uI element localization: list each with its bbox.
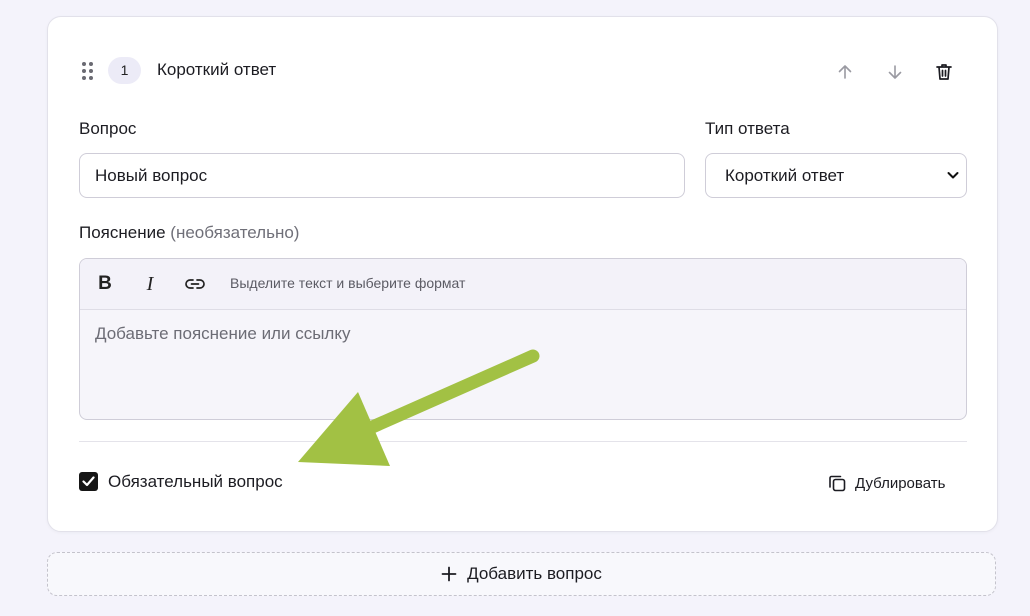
trash-icon bbox=[936, 64, 952, 80]
answer-type-value: Короткий ответ bbox=[725, 166, 845, 185]
required-checkbox[interactable] bbox=[79, 472, 98, 491]
move-up-button[interactable] bbox=[830, 57, 860, 87]
chevron-down-icon bbox=[947, 172, 959, 179]
delete-question-button[interactable] bbox=[929, 57, 959, 87]
answer-type-select[interactable]: Короткий ответ bbox=[705, 153, 967, 198]
question-label: Вопрос bbox=[79, 119, 137, 138]
add-question-button[interactable]: Добавить вопрос bbox=[47, 552, 996, 596]
move-down-button[interactable] bbox=[880, 57, 910, 87]
copy-icon bbox=[829, 475, 846, 492]
editor-toolbar: B I Выделите текст и выберите формат bbox=[80, 259, 966, 310]
plus-icon bbox=[441, 566, 457, 582]
explanation-editor: B I Выделите текст и выберите формат Доб… bbox=[79, 258, 967, 420]
drag-handle-icon[interactable] bbox=[82, 62, 94, 80]
answer-type-label: Тип ответа bbox=[705, 119, 790, 138]
duplicate-label: Дублировать bbox=[855, 474, 946, 492]
question-input[interactable]: Новый вопрос bbox=[79, 153, 685, 198]
explanation-label-text: Пояснение bbox=[79, 223, 166, 242]
checkmark-icon bbox=[82, 476, 95, 487]
explanation-textarea[interactable]: Добавьте пояснение или ссылку bbox=[95, 324, 350, 344]
question-card: 1 Короткий ответ Вопрос Тип ответа Новый… bbox=[47, 16, 998, 532]
toolbar-hint: Выделите текст и выберите формат bbox=[230, 275, 466, 291]
italic-button[interactable]: I bbox=[138, 272, 162, 296]
required-label[interactable]: Обязательный вопрос bbox=[108, 472, 283, 492]
add-question-label: Добавить вопрос bbox=[467, 564, 602, 583]
bold-button[interactable]: B bbox=[93, 272, 117, 296]
question-number-badge: 1 bbox=[108, 57, 141, 84]
arrow-down-icon bbox=[888, 65, 902, 79]
explanation-label: Пояснение (необязательно) bbox=[79, 223, 299, 243]
question-type-title: Короткий ответ bbox=[157, 60, 277, 79]
arrow-up-icon bbox=[838, 65, 852, 79]
divider bbox=[79, 441, 967, 442]
link-button[interactable] bbox=[183, 272, 207, 296]
explanation-optional-text: (необязательно) bbox=[170, 223, 300, 242]
link-icon bbox=[185, 279, 205, 289]
duplicate-button[interactable]: Дублировать bbox=[827, 471, 945, 495]
